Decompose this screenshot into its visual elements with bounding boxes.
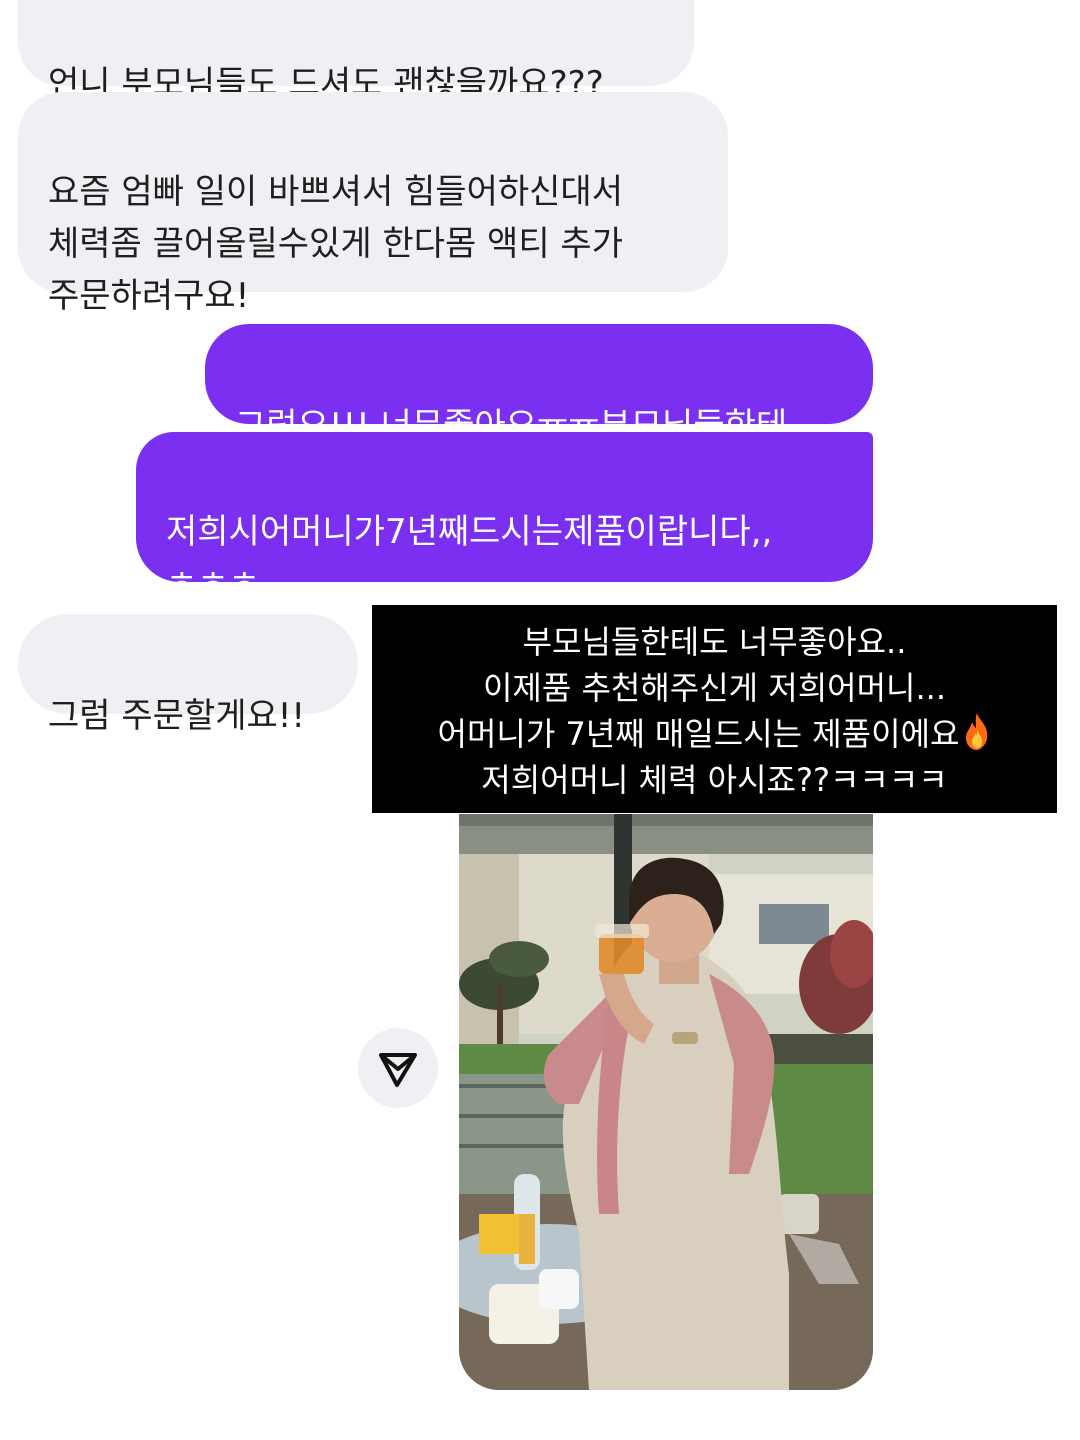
message-text: 요즘 엄빠 일이 바쁘셔서 힘들어하신대서 체력좀 끌어올릴수있게 한다몸 액티… <box>48 172 623 316</box>
share-button[interactable] <box>358 1028 438 1108</box>
story-caption: 부모님들한테도 너무좋아요.. 이제품 추천해주신게 저희어머니... 어머니가… <box>372 605 1057 813</box>
caption-last-line: 저희어머니 체력 아시죠??ㅋㅋㅋㅋ <box>481 761 948 799</box>
photo-woman-drinking-juice <box>459 814 873 1390</box>
received-message-bubble[interactable]: 언니 부모님들도 드셔도 괜찮을까요??? <box>18 0 694 104</box>
fire-icon <box>966 713 988 750</box>
send-triangle-icon <box>379 1053 417 1087</box>
message-text: 저희시어머니가7년째드시는제품이랍니다,, ㅎㅎㅎ <box>166 512 773 604</box>
sent-message-bubble[interactable]: 저희시어머니가7년째드시는제품이랍니다,, ㅎㅎㅎ <box>136 432 873 604</box>
sent-message-bubble[interactable]: 그럼요!!! 너무좋아요ㅠㅠ부모님들한테 <box>205 324 873 446</box>
shared-story-photo[interactable] <box>459 814 873 1390</box>
received-message-bubble[interactable]: 그럼 주문할게요!! <box>18 614 358 736</box>
received-message-bubble[interactable]: 요즘 엄빠 일이 바쁘셔서 힘들어하신대서 체력좀 끌어올릴수있게 한다몸 액티… <box>18 92 728 316</box>
message-text: 그럼 주문할게요!! <box>48 696 306 736</box>
chat-screen: 언니 부모님들도 드셔도 괜찮을까요??? 요즘 엄빠 일이 바쁘셔서 힘들어하… <box>0 0 1080 1440</box>
caption-text: 부모님들한테도 너무좋아요.. 이제품 추천해주신게 저희어머니... 어머니가… <box>437 623 960 753</box>
